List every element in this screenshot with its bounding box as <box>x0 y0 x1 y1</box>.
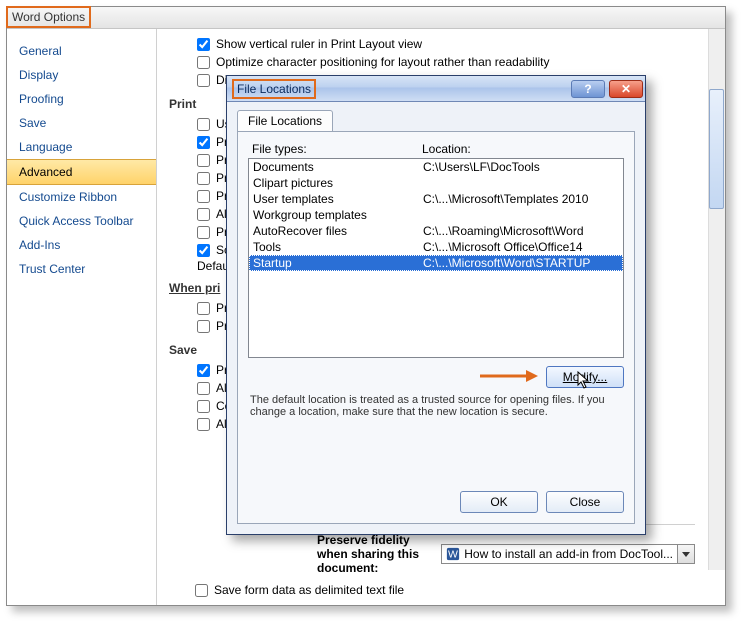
help-button[interactable]: ? <box>571 80 605 98</box>
save-form-data-checkbox[interactable] <box>195 584 208 597</box>
sidebar-item-language[interactable]: Language <box>7 135 156 159</box>
print-checkbox-6[interactable] <box>197 226 210 239</box>
file-type-cell: AutoRecover files <box>253 224 423 238</box>
word-options-title: Word Options <box>6 6 91 28</box>
file-locations-title: File Locations <box>235 82 313 96</box>
sidebar-item-trust-center[interactable]: Trust Center <box>7 257 156 281</box>
close-icon: ✕ <box>621 82 631 96</box>
file-type-cell: Startup <box>253 256 423 270</box>
preserve-value: How to install an add-in from DocTool... <box>464 547 677 561</box>
file-location-row-documents[interactable]: DocumentsC:\Users\LF\DocTools <box>249 159 623 175</box>
file-type-cell: Tools <box>253 240 423 254</box>
sidebar-item-proofing[interactable]: Proofing <box>7 87 156 111</box>
scrollbar-track[interactable] <box>708 29 725 570</box>
svg-text:W: W <box>448 549 458 561</box>
options-sidebar: GeneralDisplayProofingSaveLanguageAdvanc… <box>7 29 157 605</box>
file-location-row-user-templates[interactable]: User templatesC:\...\Microsoft\Templates… <box>249 191 623 207</box>
file-location-row-startup[interactable]: StartupC:\...\Microsoft\Word\STARTUP <box>249 255 623 271</box>
print-checkbox-0[interactable] <box>197 118 210 131</box>
save-form-data-label: Save form data as delimited text file <box>214 583 404 597</box>
save-checkbox-1[interactable] <box>197 382 210 395</box>
top-label-1: Optimize character positioning for layou… <box>216 55 550 69</box>
sidebar-item-add-ins[interactable]: Add-Ins <box>7 233 156 257</box>
top-checkbox-1[interactable] <box>197 56 210 69</box>
preserve-document-combo[interactable]: W How to install an add-in from DocTool.… <box>441 544 695 564</box>
sidebar-item-quick-access-toolbar[interactable]: Quick Access Toolbar <box>7 209 156 233</box>
save-checkbox-0[interactable] <box>197 364 210 377</box>
col-location: Location: <box>422 142 471 156</box>
sidebar-item-customize-ribbon[interactable]: Customize Ribbon <box>7 185 156 209</box>
print-checkbox-1[interactable] <box>197 136 210 149</box>
print-checkbox-7[interactable] <box>197 244 210 257</box>
file-locations-titlebar[interactable]: File Locations ? ✕ <box>227 76 645 102</box>
file-type-cell: User templates <box>253 192 423 206</box>
file-type-cell: Clipart pictures <box>253 176 423 190</box>
file-location-row-autorecover-files[interactable]: AutoRecover filesC:\...\Roaming\Microsof… <box>249 223 623 239</box>
file-location-cell: C:\...\Microsoft\Word\STARTUP <box>423 256 590 270</box>
mouse-cursor-icon <box>577 371 591 389</box>
save-form-data-row: Save form data as delimited text file <box>167 581 404 599</box>
arrow-annotation <box>478 369 538 386</box>
save-checkbox-2[interactable] <box>197 400 210 413</box>
print-checkbox-2[interactable] <box>197 154 210 167</box>
file-locations-dialog: File Locations ? ✕ File Locations File t… <box>226 75 646 535</box>
tabstrip: File Locations <box>237 110 635 131</box>
sidebar-item-save[interactable]: Save <box>7 111 156 135</box>
tab-panel: File types: Location: DocumentsC:\Users\… <box>237 131 635 524</box>
file-location-cell: C:\...\Microsoft Office\Office14 <box>423 240 583 254</box>
top-checkbox-2[interactable] <box>197 74 210 87</box>
sidebar-item-advanced[interactable]: Advanced <box>7 159 156 185</box>
sidebar-item-display[interactable]: Display <box>7 63 156 87</box>
file-location-cell: C:\...\Roaming\Microsoft\Word <box>423 224 584 238</box>
sidebar-item-general[interactable]: General <box>7 39 156 63</box>
save-checkbox-3[interactable] <box>197 418 210 431</box>
scrollbar-thumb[interactable] <box>709 89 724 209</box>
chevron-down-icon[interactable] <box>677 545 694 563</box>
close-button[interactable]: ✕ <box>609 80 643 98</box>
col-file-types: File types: <box>252 142 422 156</box>
tab-file-locations[interactable]: File Locations <box>237 110 333 131</box>
file-location-row-clipart-pictures[interactable]: Clipart pictures <box>249 175 623 191</box>
top-checkbox-0[interactable] <box>197 38 210 51</box>
security-note: The default location is treated as a tru… <box>248 392 624 418</box>
help-icon: ? <box>584 82 591 96</box>
print-checkbox-4[interactable] <box>197 190 210 203</box>
when-checkbox-0[interactable] <box>197 302 210 315</box>
when-checkbox-1[interactable] <box>197 320 210 333</box>
file-locations-list[interactable]: DocumentsC:\Users\LF\DocToolsClipart pic… <box>248 158 624 358</box>
print-checkbox-3[interactable] <box>197 172 210 185</box>
file-location-cell: C:\...\Microsoft\Templates 2010 <box>423 192 588 206</box>
preserve-label: Preserve fidelity when sharing this docu… <box>317 533 435 575</box>
print-checkbox-5[interactable] <box>197 208 210 221</box>
file-location-cell: C:\Users\LF\DocTools <box>423 160 540 174</box>
word-doc-icon: W <box>445 546 461 562</box>
file-type-cell: Documents <box>253 160 423 174</box>
top-row-0: Show vertical ruler in Print Layout view <box>169 35 713 53</box>
file-location-row-tools[interactable]: ToolsC:\...\Microsoft Office\Office14 <box>249 239 623 255</box>
top-row-1: Optimize character positioning for layou… <box>169 53 713 71</box>
file-type-cell: Workgroup templates <box>253 208 423 222</box>
dialog-close-button[interactable]: Close <box>546 491 624 513</box>
word-options-titlebar: Word Options <box>7 7 725 29</box>
file-location-row-workgroup-templates[interactable]: Workgroup templates <box>249 207 623 223</box>
ok-button[interactable]: OK <box>460 491 538 513</box>
top-label-0: Show vertical ruler in Print Layout view <box>216 37 422 51</box>
